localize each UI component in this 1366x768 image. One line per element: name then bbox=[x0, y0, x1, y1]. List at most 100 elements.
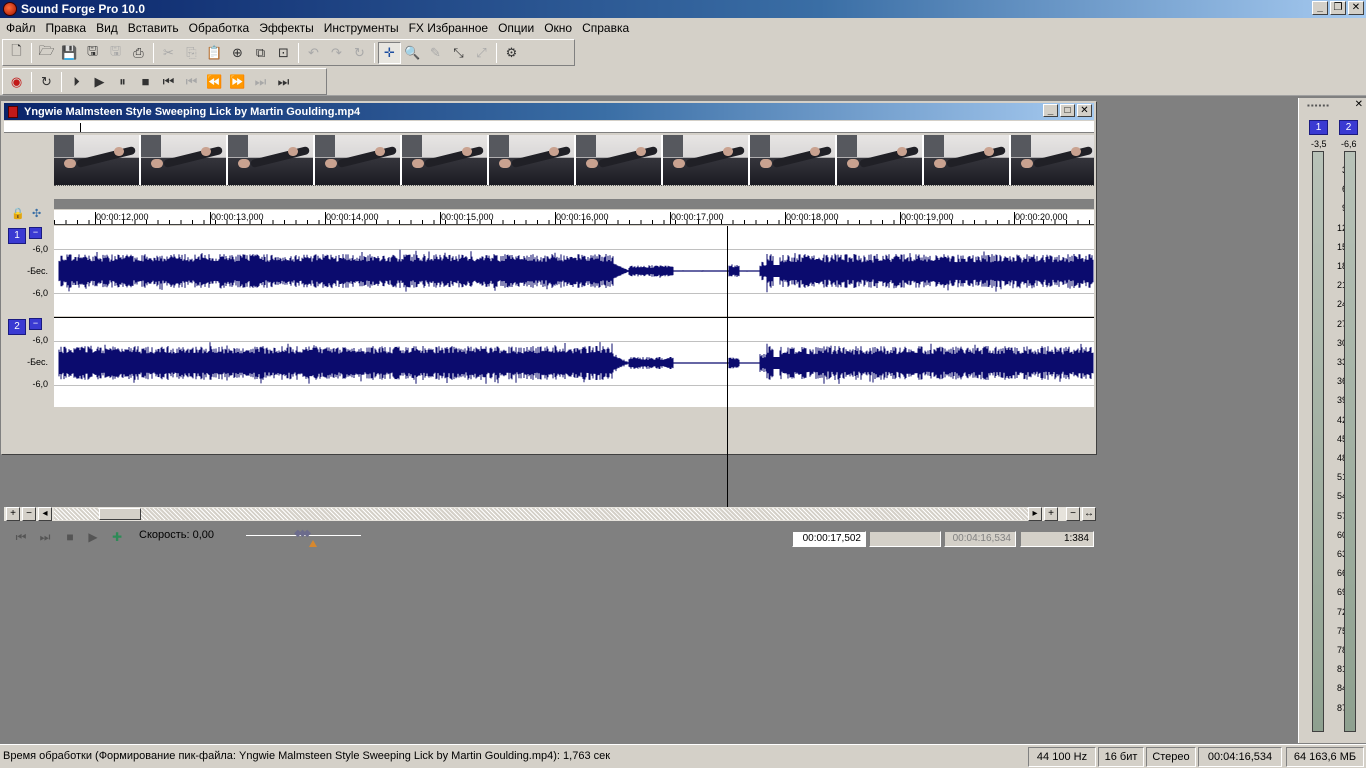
playback-cursor bbox=[727, 226, 728, 507]
horizontal-scrollbar[interactable]: + − ◂ ▸ + − ↔ bbox=[4, 507, 1096, 521]
channel-1-waveform[interactable] bbox=[54, 226, 1094, 316]
forward-icon[interactable]: ⏩ bbox=[226, 71, 249, 93]
channel-1-button[interactable]: 1 bbox=[8, 228, 26, 244]
menu-window[interactable]: Окно bbox=[539, 19, 577, 37]
play-icon[interactable]: ▶ bbox=[88, 71, 111, 93]
menu-fx-favorites[interactable]: FX Избранное bbox=[404, 19, 493, 37]
document-titlebar[interactable]: Yngwie Malmsteen Style Sweeping Lick by … bbox=[4, 103, 1094, 120]
menu-tools[interactable]: Инструменты bbox=[319, 19, 404, 37]
status-bit-depth[interactable]: 16 бит bbox=[1098, 747, 1144, 767]
channel-2-minimize-button[interactable]: − bbox=[29, 318, 42, 330]
rewind-icon[interactable]: ⏪ bbox=[203, 71, 226, 93]
next-frame-icon[interactable]: ⏭ bbox=[249, 71, 272, 93]
go-to-end-icon[interactable]: ⏭ bbox=[272, 71, 295, 93]
paste-crossfade-icon[interactable]: ⧉ bbox=[249, 42, 272, 64]
scroll-thumb[interactable] bbox=[99, 508, 141, 520]
paste-icon[interactable]: 📋 bbox=[203, 42, 226, 64]
new-file-icon[interactable]: 🗋 bbox=[5, 42, 28, 64]
menu-insert[interactable]: Вставить bbox=[123, 19, 184, 37]
repeat-icon[interactable]: ↻ bbox=[348, 42, 371, 64]
render-icon[interactable]: 🖫 bbox=[104, 42, 127, 64]
menu-process[interactable]: Обработка bbox=[184, 19, 255, 37]
play-plugin-chain-icon[interactable]: ✚ bbox=[108, 530, 126, 546]
go-to-end-icon[interactable]: ⏭ bbox=[36, 530, 54, 546]
zoom-out-button[interactable]: − bbox=[1066, 507, 1080, 521]
cursor-position-field[interactable]: 00:00:17,502 bbox=[792, 531, 866, 547]
stop-icon[interactable]: ■ bbox=[134, 71, 157, 93]
plugin-chainer-icon[interactable]: ⚙ bbox=[500, 42, 523, 64]
copy-icon[interactable]: ⎘ bbox=[180, 42, 203, 64]
menu-help[interactable]: Справка bbox=[577, 19, 634, 37]
go-to-start-icon[interactable]: ⏮ bbox=[157, 71, 180, 93]
edit-tool-icon[interactable]: ✛ bbox=[378, 41, 401, 64]
trim-crop-icon[interactable]: ⊡ bbox=[272, 42, 295, 64]
loop-icon[interactable]: ↻ bbox=[35, 71, 58, 93]
stop-icon[interactable]: ■ bbox=[61, 530, 79, 546]
menu-view[interactable]: Вид bbox=[91, 19, 123, 37]
db-label: -6,0 bbox=[32, 244, 48, 254]
magnify-tool-icon[interactable]: 🔍 bbox=[401, 42, 424, 64]
menu-effects[interactable]: Эффекты bbox=[254, 19, 319, 37]
previous-frame-icon[interactable]: ⏮ bbox=[180, 71, 203, 93]
zoom-in-level-button[interactable]: + bbox=[6, 507, 20, 521]
speed-slider-thumb[interactable]: ◆◆◆ bbox=[294, 528, 320, 539]
minimize-button[interactable]: _ bbox=[1312, 1, 1328, 15]
ruler-label: 00:00:12,000 bbox=[95, 212, 149, 224]
menu-file[interactable]: Файл bbox=[1, 19, 41, 37]
paste-mix-icon[interactable]: ⊕ bbox=[226, 42, 249, 64]
ruler-label: 00:00:19,000 bbox=[900, 212, 954, 224]
meter-peak-1[interactable]: -3,5 bbox=[1311, 139, 1327, 149]
selection-length-field[interactable] bbox=[869, 531, 941, 547]
zoom-out-level-button[interactable]: − bbox=[22, 507, 36, 521]
save-as-icon[interactable]: 🖫 bbox=[81, 42, 104, 64]
status-channels[interactable]: Стерео bbox=[1146, 747, 1196, 767]
zoom-ratio-field[interactable]: 1:384 bbox=[1020, 531, 1094, 547]
pause-icon[interactable]: ⏸ bbox=[111, 71, 134, 93]
meter-channel-1-button[interactable]: 1 bbox=[1309, 120, 1328, 135]
play-normal-icon[interactable]: ▶ bbox=[84, 530, 102, 546]
meter-peak-2[interactable]: -6,6 bbox=[1341, 139, 1357, 149]
restore-button[interactable]: ❐ bbox=[1330, 1, 1346, 15]
save-icon[interactable]: 💾 bbox=[58, 42, 81, 64]
channel-2-waveform[interactable] bbox=[54, 317, 1094, 407]
menu-options[interactable]: Опции bbox=[493, 19, 539, 37]
status-sample-rate[interactable]: 44 100 Hz bbox=[1028, 747, 1096, 767]
video-frame-thumbnail bbox=[924, 135, 1011, 185]
overview-bar[interactable] bbox=[4, 121, 1094, 133]
time-ruler[interactable]: 00:00:12,000 00:00:13,000 00:00:14,000 0… bbox=[54, 210, 1094, 225]
scroll-right-button[interactable]: ▸ bbox=[1028, 507, 1042, 521]
envelope-tool-icon[interactable]: ⤡ bbox=[447, 42, 470, 64]
event-tool-icon[interactable]: ⤢ bbox=[470, 42, 493, 64]
zoom-fit-button[interactable]: ↔ bbox=[1082, 507, 1096, 521]
meter-channel-2-button[interactable]: 2 bbox=[1339, 120, 1358, 135]
doc-minimize-button[interactable]: _ bbox=[1043, 104, 1058, 117]
video-filmstrip[interactable] bbox=[54, 135, 1094, 185]
channel-2-button[interactable]: 2 bbox=[8, 319, 26, 335]
marker-region-bar[interactable] bbox=[54, 199, 1094, 209]
scroll-left-button[interactable]: ◂ bbox=[38, 507, 52, 521]
lock-icon[interactable]: 🔒 bbox=[11, 207, 25, 220]
print-icon[interactable]: ⎙ bbox=[127, 42, 150, 64]
panel-grip-icon[interactable]: ▪▪▪▪▪▪ bbox=[1307, 101, 1330, 110]
zoom-in-button[interactable]: + bbox=[1044, 507, 1058, 521]
doc-close-button[interactable]: ✕ bbox=[1077, 104, 1092, 117]
go-to-start-icon[interactable]: ⏮ bbox=[12, 530, 30, 546]
open-folder-icon[interactable]: 🗁 bbox=[35, 42, 58, 64]
pencil-tool-icon[interactable]: ✎ bbox=[424, 42, 447, 64]
close-button[interactable]: ✕ bbox=[1348, 1, 1364, 15]
filmstrip-divider bbox=[54, 185, 1094, 188]
channel-1-minimize-button[interactable]: − bbox=[29, 227, 42, 239]
redo-icon[interactable]: ↷ bbox=[325, 42, 348, 64]
scroll-track[interactable] bbox=[54, 508, 1028, 520]
play-all-icon[interactable]: ⏵ bbox=[65, 71, 88, 93]
status-free-space: 64 163,6 МБ bbox=[1286, 747, 1364, 767]
standard-toolbar: 🗋 🗁 💾 🖫 🖫 ⎙ ✂ ⎘ 📋 ⊕ ⧉ ⊡ ↶ ↷ ↻ ✛ 🔍 ✎ ⤡ ⤢ … bbox=[2, 39, 575, 66]
record-icon[interactable]: ◉ bbox=[5, 71, 28, 93]
video-frame-thumbnail bbox=[837, 135, 924, 185]
snap-icon[interactable]: ✣ bbox=[32, 207, 41, 220]
doc-maximize-button[interactable]: □ bbox=[1060, 104, 1075, 117]
menu-edit[interactable]: Правка bbox=[41, 19, 92, 37]
undo-icon[interactable]: ↶ bbox=[302, 42, 325, 64]
meters-close-icon[interactable]: ✕ bbox=[1355, 99, 1363, 110]
cut-icon[interactable]: ✂ bbox=[157, 42, 180, 64]
